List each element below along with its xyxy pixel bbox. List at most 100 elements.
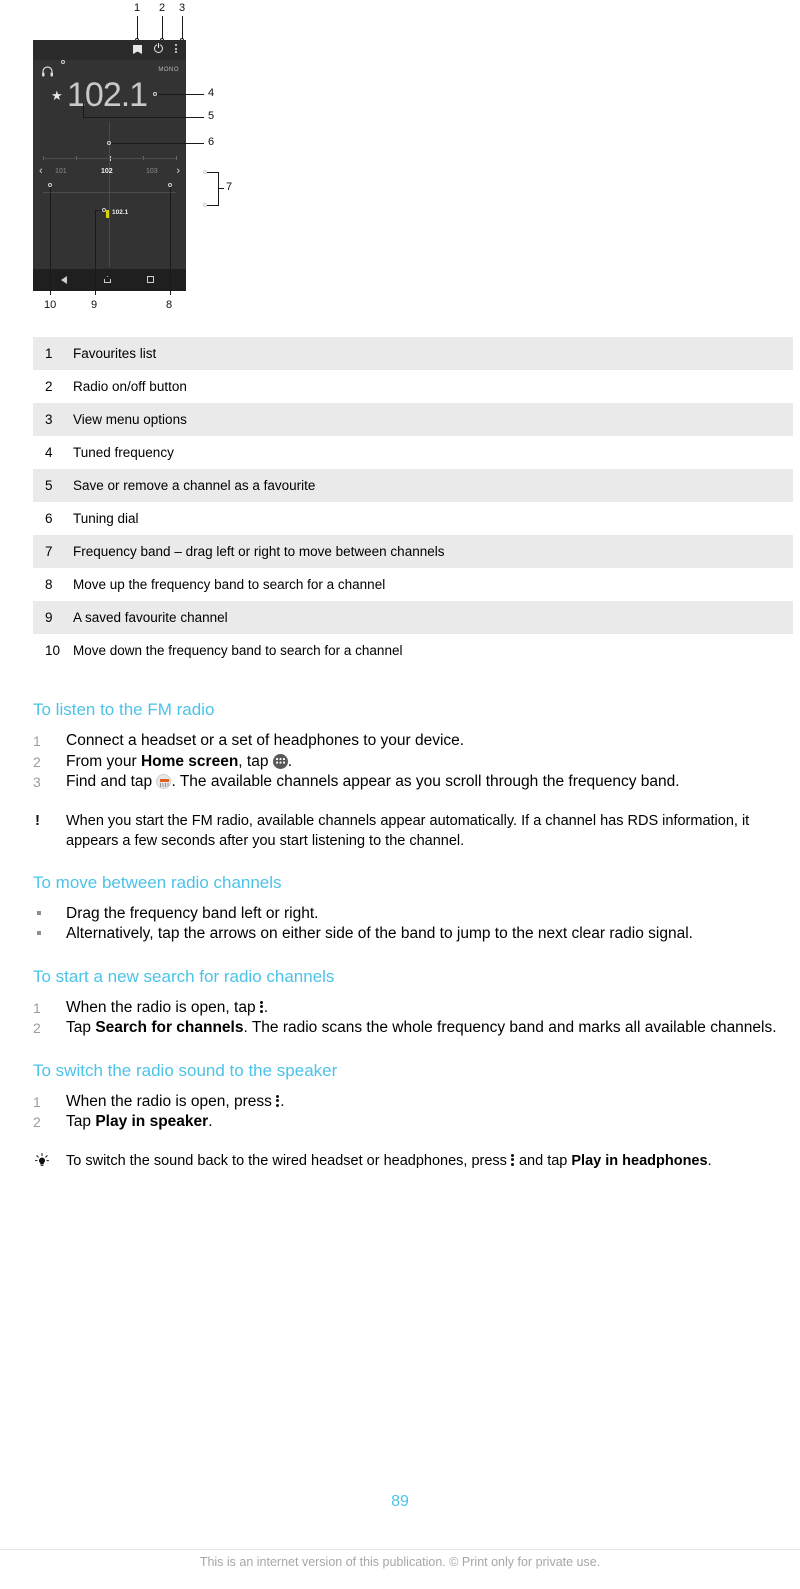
- table-row: 4 Tuned frequency: [33, 436, 793, 469]
- tip-text-tail: .: [707, 1152, 712, 1169]
- step-number: 3: [33, 774, 41, 790]
- page-number: 89: [391, 1493, 409, 1510]
- callout-dot-7a: [203, 170, 207, 174]
- band-label-103: 103: [146, 168, 158, 175]
- mono-indicator: MONO: [158, 67, 179, 73]
- frequency-band[interactable]: 101 102 103 ‹ ›: [33, 146, 186, 206]
- step-number: 2: [33, 1020, 41, 1036]
- legend-text: Tuning dial: [73, 511, 139, 526]
- callout-line-4: [156, 94, 204, 95]
- step-text: When the radio is open, tap: [66, 998, 260, 1016]
- table-row: 7 Frequency band – drag left or right to…: [33, 535, 793, 568]
- list-item: 1 Connect a headset or a set of headphon…: [33, 731, 795, 752]
- callout-number-4: 4: [208, 87, 215, 99]
- nav-home-icon[interactable]: [104, 276, 111, 283]
- legend-number: 7: [33, 535, 73, 568]
- lightbulb-tip-icon: [35, 1152, 49, 1166]
- step-number: 1: [33, 733, 41, 749]
- list-item: Drag the frequency band left or right.: [33, 904, 795, 925]
- callout-number-8: 8: [166, 299, 173, 311]
- radio-power-icon[interactable]: [154, 42, 163, 53]
- step-text-tail: . The available channels appear as you s…: [171, 773, 680, 790]
- section-start-new-search: To start a new search for radio channels…: [33, 967, 795, 1039]
- step-text-tail: .: [287, 752, 293, 770]
- step-number: 2: [33, 753, 41, 770]
- overflow-menu-icon[interactable]: [175, 44, 177, 55]
- callout-number-9: 9: [91, 299, 98, 311]
- bullet-list: Drag the frequency band left or right. A…: [33, 904, 795, 945]
- step-bold-term: Play in speaker: [95, 1113, 209, 1130]
- callout-dot-5: [61, 60, 65, 64]
- bullet-marker: [37, 931, 41, 935]
- nav-recents-icon[interactable]: [147, 276, 154, 283]
- step-text: Connect a headset or a set of headphones…: [66, 732, 465, 749]
- step-text-2: , tap: [238, 752, 273, 770]
- band-line-top: [43, 158, 176, 159]
- legend-table: 1 Favourites list 2 Radio on/off button …: [33, 337, 793, 667]
- callout-bracket-7-bottom: [207, 205, 219, 206]
- favourite-star-icon[interactable]: ★: [51, 89, 63, 102]
- legend-number: 10: [45, 643, 61, 658]
- tip-text: To switch the sound back to the wired he…: [66, 1152, 511, 1169]
- callout-line-9c: [95, 210, 96, 223]
- section-switch-sound-to-speaker: To switch the radio sound to the speaker…: [33, 1061, 795, 1171]
- band-next-arrow[interactable]: ›: [176, 166, 180, 177]
- list-item: 2 Tap Search for channels. The radio sca…: [33, 1018, 795, 1039]
- bullet-marker: [37, 910, 41, 915]
- callout-line-1: [137, 16, 138, 40]
- saved-favourite-marker[interactable]: [106, 210, 109, 218]
- list-item: 2 Tap Play in speaker.: [33, 1112, 795, 1133]
- fm-radio-app-icon[interactable]: [156, 774, 172, 789]
- callout-line-8: [170, 185, 171, 295]
- table-row: 2 Radio on/off button: [33, 370, 793, 403]
- legend-number: 5: [33, 469, 73, 502]
- legend-number: 1: [33, 337, 73, 370]
- app-drawer-icon[interactable]: [272, 753, 288, 769]
- legend-number: 8: [45, 577, 53, 592]
- list-item: 1 When the radio is open, press .: [33, 1092, 795, 1113]
- band-label-101: 101: [55, 168, 67, 175]
- bullet-text: Drag the frequency band left or right.: [66, 904, 319, 922]
- step-number: 1: [33, 1093, 41, 1110]
- nav-back-icon[interactable]: [61, 276, 67, 284]
- callout-dot-7b: [203, 203, 207, 207]
- callout-number-6: 6: [208, 136, 215, 148]
- section-move-between-channels: To move between radio channels Drag the …: [33, 873, 795, 945]
- kebab-menu-icon[interactable]: [510, 1153, 515, 1167]
- callout-line-10: [50, 185, 51, 295]
- legend-number: 9: [33, 601, 73, 634]
- callout-line-7: [218, 188, 224, 189]
- app-action-bar: [33, 40, 186, 60]
- callout-line-9: [95, 222, 96, 295]
- step-text-tail: .: [280, 1092, 285, 1110]
- callout-line-6: [111, 143, 204, 144]
- callout-number-2: 2: [159, 2, 166, 14]
- favourites-list-icon[interactable]: [133, 45, 142, 54]
- table-row: 8 Move up the frequency band to search f…: [33, 568, 793, 601]
- legend-text: A saved favourite channel: [73, 601, 793, 634]
- step-list: 1 Connect a headset or a set of headphon…: [33, 731, 795, 793]
- callout-dot-6: [107, 141, 111, 145]
- callout-line-3: [182, 16, 183, 40]
- kebab-menu-icon[interactable]: [276, 1094, 280, 1108]
- legend-text: Tuned frequency: [73, 445, 174, 460]
- step-text: When the radio is open, press: [66, 1092, 277, 1110]
- saved-favourite-label: 102.1: [112, 209, 129, 216]
- kebab-menu-icon[interactable]: [259, 1000, 264, 1014]
- section-listen-to-fm-radio: To listen to the FM radio 1 Connect a he…: [33, 700, 795, 851]
- note-callout: ! When you start the FM radio, available…: [33, 811, 795, 851]
- legend-text: Frequency band – drag left or right to m…: [73, 535, 793, 568]
- callout-number-7: 7: [226, 181, 233, 193]
- bullet-text: Alternatively, tap the arrows on either …: [66, 925, 693, 942]
- band-previous-arrow[interactable]: ‹: [39, 166, 43, 177]
- table-row: 5 Save or remove a channel as a favourit…: [33, 469, 793, 502]
- list-item: 3 Find and tap . The available channels …: [33, 772, 795, 793]
- legend-text: Radio on/off button: [73, 379, 187, 394]
- band-line-bottom: [43, 192, 176, 193]
- step-text: Tap: [66, 1019, 96, 1036]
- legend-number: 4: [45, 445, 53, 460]
- step-text-tail: . The radio scans the whole frequency ba…: [243, 1019, 777, 1036]
- table-row: 1 Favourites list: [33, 337, 793, 370]
- step-text: Find and tap: [66, 773, 157, 790]
- legend-text: View menu options: [73, 403, 793, 436]
